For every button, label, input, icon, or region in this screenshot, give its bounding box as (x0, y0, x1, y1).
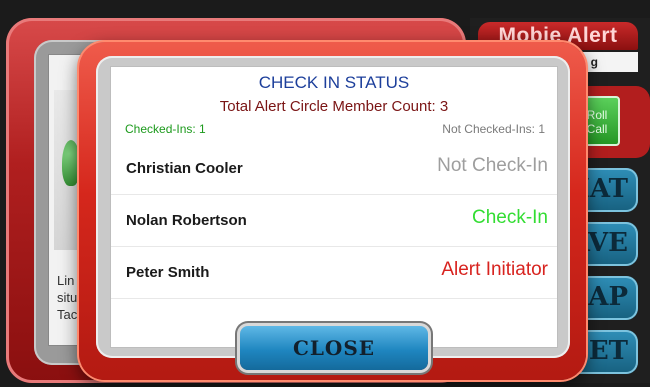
not-checked-ins-count: Not Checked-Ins: 1 (442, 122, 545, 136)
member-name: Christian Cooler (126, 160, 243, 177)
map-button-label: AP (588, 282, 628, 312)
checked-ins-count: Checked-Ins: 1 (125, 122, 206, 136)
member-status: Check-In (471, 207, 548, 228)
close-button[interactable]: CLOSE (240, 326, 428, 370)
member-status: Not Check-In (437, 155, 548, 176)
leaf-icon (62, 140, 80, 186)
dialog-title: CHECK IN STATUS (258, 73, 410, 92)
member-row[interactable]: Peter Smith Alert Initiator (111, 247, 557, 299)
member-list: Christian Cooler Not Check-In Nolan Robe… (111, 143, 557, 299)
check-in-status-dialog: CHECK IN STATUS Total Alert Circle Membe… (110, 66, 558, 348)
member-name: Peter Smith (126, 264, 210, 281)
member-row[interactable]: Nolan Robertson Check-In (111, 195, 557, 247)
member-status: Alert Initiator (441, 259, 548, 280)
member-count: Total Alert Circle Member Count: 3 (219, 98, 449, 115)
member-name: Nolan Robertson (126, 212, 247, 229)
member-row[interactable]: Christian Cooler Not Check-In (111, 143, 557, 195)
